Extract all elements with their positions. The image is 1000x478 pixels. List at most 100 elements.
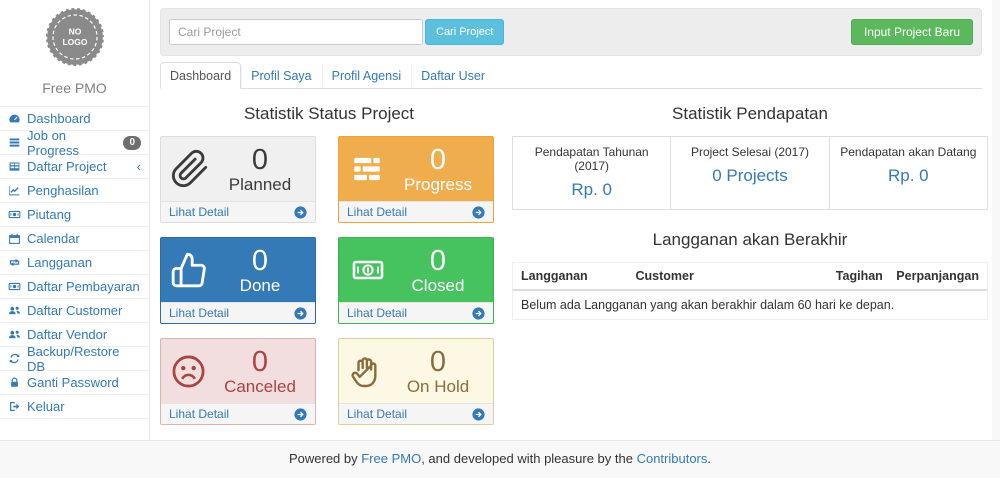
cari-project-button[interactable]: Cari Project bbox=[425, 19, 504, 45]
circle-arrow-right-icon bbox=[472, 206, 485, 219]
page-footer: Powered by Free PMO, and developed with … bbox=[0, 440, 1000, 478]
status-count: 0 bbox=[214, 347, 306, 377]
sidebar-item-ganti-password[interactable]: Ganti Password bbox=[0, 371, 149, 395]
main-content: Cari Project Input Project Baru Dashboar… bbox=[150, 0, 992, 440]
logo-text-line1: NO bbox=[68, 27, 81, 37]
status-card-canceled: 0 Canceled Lihat Detail bbox=[160, 338, 316, 425]
sidebar-menu: Dashboard Job on Progress 0 Daftar Proje… bbox=[0, 106, 149, 419]
sidebar-item-piutang[interactable]: Piutang bbox=[0, 203, 149, 227]
sidebar-item-label: Daftar Pembayaran bbox=[27, 279, 140, 294]
status-label: Closed bbox=[392, 276, 484, 295]
subscription-section-title: Langganan akan Berakhir bbox=[512, 230, 988, 250]
status-count: 0 bbox=[392, 246, 484, 276]
tab-bar: Dashboard Profil Saya Profil Agensi Daft… bbox=[160, 62, 982, 89]
status-card-closed: 0 Closed Lihat Detail bbox=[338, 237, 494, 324]
status-count: 0 bbox=[392, 347, 484, 377]
column-header: Perpanjangan bbox=[883, 269, 979, 283]
circle-arrow-right-icon bbox=[294, 307, 307, 320]
brand-name: Free PMO bbox=[0, 80, 149, 96]
paperclip-icon bbox=[170, 147, 214, 191]
status-section: Statistik Status Project 0 Planned bbox=[158, 89, 500, 425]
sidebar-item-label: Keluar bbox=[27, 399, 65, 414]
tab-daftar-user[interactable]: Daftar User bbox=[411, 62, 495, 88]
lihat-detail-link[interactable]: Lihat Detail bbox=[339, 403, 493, 424]
status-section-title: Statistik Status Project bbox=[158, 104, 500, 124]
sidebar-item-label: Penghasilan bbox=[27, 183, 99, 198]
tab-dashboard[interactable]: Dashboard bbox=[160, 62, 241, 89]
sign-out-icon bbox=[8, 400, 21, 413]
sidebar-item-label: Daftar Customer bbox=[27, 303, 122, 318]
income-section-title: Statistik Pendapatan bbox=[512, 104, 988, 124]
sidebar-item-label: Langganan bbox=[27, 255, 92, 270]
tab-profil-agensi[interactable]: Profil Agensi bbox=[322, 62, 411, 88]
sidebar-item-keluar[interactable]: Keluar bbox=[0, 395, 149, 419]
lihat-detail-link[interactable]: Lihat Detail bbox=[161, 302, 315, 323]
sidebar-item-label: Job on Progress bbox=[27, 128, 117, 158]
lihat-detail-link[interactable]: Lihat Detail bbox=[339, 302, 493, 323]
status-card-progress: 0 Progress Lihat Detail bbox=[338, 136, 494, 223]
tab-profil-saya[interactable]: Profil Saya bbox=[241, 62, 321, 88]
sidebar-item-label: Ganti Password bbox=[27, 375, 119, 390]
money-icon bbox=[8, 208, 21, 221]
sidebar-item-daftar-project[interactable]: Daftar Project bbox=[0, 155, 149, 179]
status-count: 0 bbox=[214, 246, 306, 276]
lihat-detail-link[interactable]: Lihat Detail bbox=[161, 201, 315, 222]
sidebar-item-label: Backup/Restore DB bbox=[27, 344, 141, 374]
stat-label: Pendapatan akan Datang bbox=[834, 145, 983, 159]
income-stats-table: Pendapatan Tahunan (2017) Rp. 0 Project … bbox=[512, 136, 988, 210]
sidebar-item-label: Calendar bbox=[27, 231, 80, 246]
hand-icon bbox=[348, 352, 392, 390]
subscription-table: Langganan Customer Tagihan Perpanjangan … bbox=[512, 262, 988, 320]
status-count: 0 bbox=[392, 145, 484, 175]
stat-value-link[interactable]: 0 Projects bbox=[712, 166, 788, 186]
status-card-done: 0 Done Lihat Detail bbox=[160, 237, 316, 324]
circle-arrow-right-icon bbox=[472, 408, 485, 421]
retweet-icon bbox=[8, 256, 21, 269]
status-label: Planned bbox=[214, 175, 306, 194]
status-card-on-hold: 0 On Hold Lihat Detail bbox=[338, 338, 494, 425]
lihat-detail-link[interactable]: Lihat Detail bbox=[161, 403, 315, 424]
sidebar-item-label: Piutang bbox=[27, 207, 71, 222]
circle-arrow-right-icon bbox=[294, 408, 307, 421]
sidebar-item-langganan[interactable]: Langganan bbox=[0, 251, 149, 275]
sidebar-item-daftar-pembayaran[interactable]: Daftar Pembayaran bbox=[0, 275, 149, 299]
subscription-table-header: Langganan Customer Tagihan Perpanjangan bbox=[513, 263, 987, 291]
free-pmo-link[interactable]: Free PMO bbox=[361, 451, 421, 466]
column-header: Customer bbox=[636, 269, 824, 283]
line-chart-icon bbox=[8, 184, 21, 197]
sidebar-item-penghasilan[interactable]: Penghasilan bbox=[0, 179, 149, 203]
stat-cell: Pendapatan Tahunan (2017) Rp. 0 bbox=[513, 137, 671, 209]
frown-icon bbox=[170, 353, 214, 390]
stat-value-link[interactable]: Rp. 0 bbox=[888, 166, 929, 186]
contributors-link[interactable]: Contributors bbox=[637, 451, 708, 466]
stat-value-link[interactable]: Rp. 0 bbox=[571, 180, 612, 200]
seal-icon: NO LOGO bbox=[44, 6, 106, 68]
stat-cell: Pendapatan akan Datang Rp. 0 bbox=[830, 137, 987, 209]
sidebar-item-daftar-customer[interactable]: Daftar Customer bbox=[0, 299, 149, 323]
search-bar: Cari Project Input Project Baru bbox=[160, 8, 982, 56]
stat-label: Pendapatan Tahunan (2017) bbox=[517, 145, 666, 173]
users-icon bbox=[8, 304, 21, 317]
refresh-icon bbox=[8, 352, 21, 365]
sidebar-item-job-on-progress[interactable]: Job on Progress 0 bbox=[0, 131, 149, 155]
stat-cell: Project Selesai (2017) 0 Projects bbox=[671, 137, 829, 209]
sidebar-item-calendar[interactable]: Calendar bbox=[0, 227, 149, 251]
chevron-left-icon bbox=[137, 160, 141, 173]
circle-arrow-right-icon bbox=[294, 206, 307, 219]
lihat-detail-link[interactable]: Lihat Detail bbox=[339, 201, 493, 222]
status-cards: 0 Planned Lihat Detail bbox=[160, 136, 500, 425]
column-header: Tagihan bbox=[823, 269, 883, 283]
footer-text: , and developed with pleasure by the bbox=[421, 451, 636, 466]
users-icon bbox=[8, 328, 21, 341]
empty-subscription-message: Belum ada Langganan yang akan berakhir d… bbox=[513, 291, 987, 319]
input-project-baru-button[interactable]: Input Project Baru bbox=[851, 19, 973, 45]
sidebar-item-backup-restore-db[interactable]: Backup/Restore DB bbox=[0, 347, 149, 371]
no-logo-badge: NO LOGO bbox=[0, 0, 149, 73]
search-input[interactable] bbox=[169, 19, 423, 45]
dashboard-icon bbox=[8, 112, 21, 125]
circle-arrow-right-icon bbox=[472, 307, 485, 320]
status-label: Canceled bbox=[214, 377, 306, 396]
logo-text-line2: LOGO bbox=[62, 37, 87, 47]
tasks-icon bbox=[8, 136, 21, 149]
calendar-icon bbox=[8, 232, 21, 245]
